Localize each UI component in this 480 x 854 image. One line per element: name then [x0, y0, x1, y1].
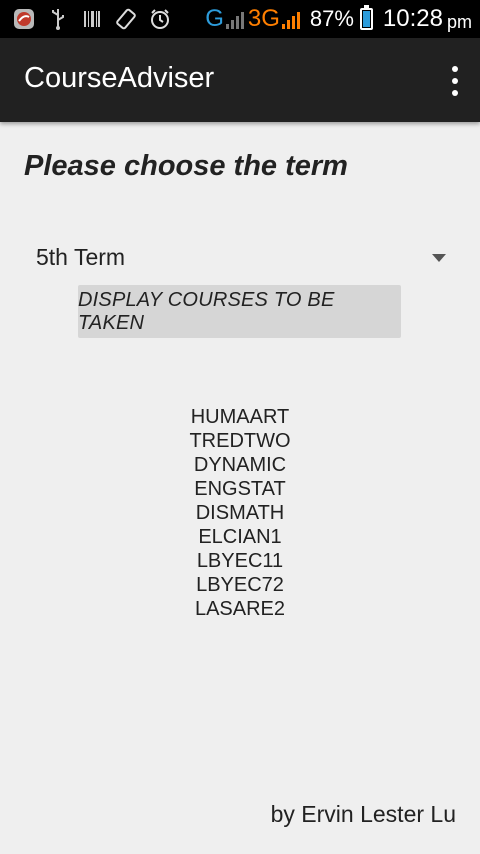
screen-rotate-icon [114, 7, 138, 31]
course-item: TREDTWO [189, 430, 291, 452]
status-notification-icons [12, 6, 172, 32]
page-heading: Please choose the term [24, 150, 348, 182]
course-item: DYNAMIC [193, 454, 287, 476]
notification-app-icon [12, 7, 36, 31]
course-item: DISMATH [195, 502, 285, 524]
term-spinner[interactable]: 5th Term [24, 236, 456, 282]
course-item: ENGSTAT [194, 478, 286, 500]
clock-time: 10:28 [382, 5, 443, 32]
barcode-icon [80, 7, 104, 31]
course-item: ELCIAN1 [198, 526, 282, 548]
battery-percent: 87% [309, 6, 354, 31]
alarm-icon [148, 7, 172, 31]
signal-gray-icon [225, 9, 244, 29]
status-bar: G 3G 87% 10:28 pm [0, 0, 480, 38]
course-item: LBYEC72 [196, 574, 284, 596]
term-spinner-value: 5th Term [36, 244, 126, 270]
dropdown-arrow-icon [432, 254, 446, 262]
app-title: CourseAdviser [24, 62, 215, 94]
clock-ampm: pm [446, 11, 472, 32]
course-item: HUMAART [190, 406, 290, 428]
course-item: LBYEC11 [196, 550, 284, 572]
course-list: HUMAART TREDTWO DYNAMIC ENGSTAT DISMATH … [0, 405, 480, 621]
network-3g-label: 3G [247, 5, 280, 32]
display-courses-button[interactable]: DISPLAY COURSES TO BE TAKEN [78, 285, 401, 338]
usb-icon [46, 7, 70, 31]
course-item: LASARE2 [194, 598, 286, 620]
signal-orange-icon [281, 9, 300, 29]
battery-icon [359, 5, 373, 30]
app-bar: CourseAdviser [0, 38, 480, 122]
author-credit: by Ervin Lester Lu [270, 801, 456, 827]
network-g-label: G [205, 5, 224, 32]
status-system-icons: G 3G 87% 10:28 pm [199, 4, 472, 34]
more-vert-icon[interactable] [450, 66, 460, 96]
